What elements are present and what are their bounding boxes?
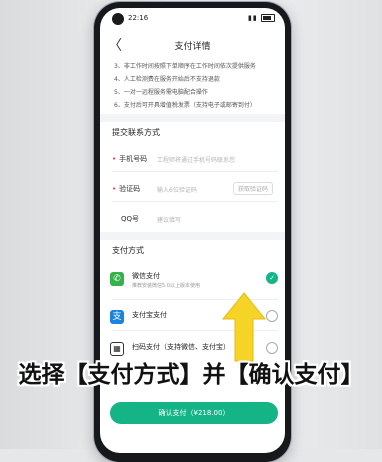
section-gap	[100, 232, 285, 240]
status-icons: ▮▮	[248, 14, 275, 22]
instruction-caption: 选择【支付方式】并【确认支付】	[18, 362, 364, 388]
divider	[112, 171, 278, 172]
payment-name: 支付宝支付	[132, 311, 167, 319]
nav-bar: 〈 支付详情	[100, 33, 285, 57]
section-gap	[100, 114, 285, 122]
payment-subtitle: 推荐安装微信5.0以上版本使用	[132, 283, 200, 289]
radio-checked-icon[interactable]: ✓	[266, 272, 278, 284]
code-input[interactable]: 输入6位验证码	[157, 185, 197, 194]
divider	[112, 201, 278, 202]
get-code-button[interactable]: 获取验证码	[233, 182, 274, 195]
required-mark: •	[112, 155, 117, 163]
status-time: 22:16	[128, 14, 149, 22]
note-item: 5、一对一远程服务需电脑配合操作	[114, 89, 208, 96]
battery-icon	[261, 14, 275, 22]
status-bar: 22:16 ▮▮	[100, 8, 285, 30]
payment-section-title: 支付方式	[112, 246, 144, 255]
page-title: 支付详情	[174, 42, 211, 52]
wechat-icon: ✆	[110, 272, 124, 286]
radio-icon[interactable]	[266, 342, 278, 354]
required-mark: •	[112, 185, 117, 193]
qq-label: QQ号	[121, 215, 140, 223]
note-item: 4、人工检测费在服务开始后不支持退款	[114, 76, 220, 83]
phone-label-text: 手机号码	[119, 155, 148, 163]
payment-name: 扫码支付（支持微信、支付宝）	[132, 343, 230, 351]
pointer-arrow-icon	[221, 292, 267, 362]
note-item: 6、支付后可开具增值税发票（支持电子或邮寄到付）	[114, 102, 256, 109]
confirm-pay-button[interactable]: 确认支付（¥218.00）	[110, 402, 278, 424]
phone-label: • 手机号码	[112, 154, 147, 164]
note-item: 3、非工作时间按照下单顺序在工作时间依次提供服务	[114, 63, 256, 70]
qq-input[interactable]: 建议填写	[157, 215, 181, 224]
contact-section-title: 提交联系方式	[112, 128, 160, 137]
service-notes: 3、非工作时间按照下单顺序在工作时间依次提供服务 4、人工检测费在服务开始后不支…	[114, 60, 282, 112]
alipay-icon: 支	[110, 310, 124, 324]
qr-code-icon: ▦	[110, 342, 124, 356]
payment-name: 微信支付	[132, 272, 160, 280]
code-label-text: 验证码	[119, 185, 141, 193]
radio-icon[interactable]	[266, 310, 278, 322]
signal-icon: ▮▮	[248, 14, 258, 22]
phone-input[interactable]: 工程师将通过手机号码联系您	[157, 155, 235, 164]
front-camera-icon	[112, 13, 124, 25]
code-label: • 验证码	[112, 184, 140, 194]
